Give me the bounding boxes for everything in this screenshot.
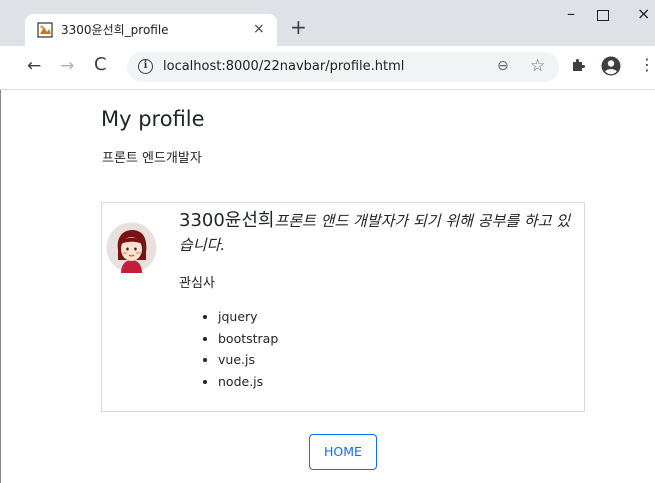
tab-close-icon[interactable]: × [253,21,265,37]
card-heading: 3300윤선희프론트 앤드 개발자가 되기 위해 공부를 하고 있습니다. [179,209,583,257]
list-item: jquery [218,309,278,331]
forward-arrow-icon[interactable]: → [60,56,74,76]
browser-tab[interactable]: 3300윤선희_profile × [25,14,277,46]
back-arrow-icon[interactable]: ← [27,56,41,76]
list-item: node.js [218,374,278,396]
profile-card: 3300윤선희프론트 앤드 개발자가 되기 위해 공부를 하고 있습니다. 관심… [101,202,585,412]
page-content: My profile 프론트 엔드개발자 3300윤선희프론트 앤드 개발자가 … [0,90,655,483]
tab-strip: 3300윤선희_profile × + – × [0,0,655,46]
url-text[interactable]: localhost:8000/22navbar/profile.html [163,59,404,75]
interests-label: 관심사 [179,276,215,291]
window-minimize-icon[interactable]: – [567,4,575,23]
tab-title: 3300윤선희_profile [61,23,169,37]
profile-avatar-icon[interactable] [601,56,621,76]
profile-name: 3300윤선희 [179,210,275,231]
list-item: bootstrap [218,331,278,353]
interests-list: jquery bootstrap vue.js node.js [218,309,278,395]
list-item: vue.js [218,352,278,374]
reload-icon[interactable]: C [94,55,107,75]
extensions-puzzle-icon[interactable] [571,58,585,72]
address-bar[interactable]: i localhost:8000/22navbar/profile.html ⊖… [127,52,559,82]
bookmark-star-icon[interactable]: ☆ [530,56,545,76]
home-button[interactable]: HOME [309,434,377,470]
window-maximize-icon[interactable] [597,10,609,21]
avatar [106,222,157,273]
browser-toolbar: ← → C i localhost:8000/22navbar/profile.… [0,46,655,90]
page-title: My profile [101,107,205,131]
page-subtitle: 프론트 엔드개발자 [102,151,202,166]
new-tab-icon[interactable]: + [290,17,307,37]
zoom-icon[interactable]: ⊖ [497,58,509,74]
window-close-icon[interactable]: × [637,4,650,23]
favicon-icon [37,22,53,38]
site-info-icon[interactable]: i [138,59,153,74]
browser-menu-icon[interactable]: ⋮ [639,56,655,74]
